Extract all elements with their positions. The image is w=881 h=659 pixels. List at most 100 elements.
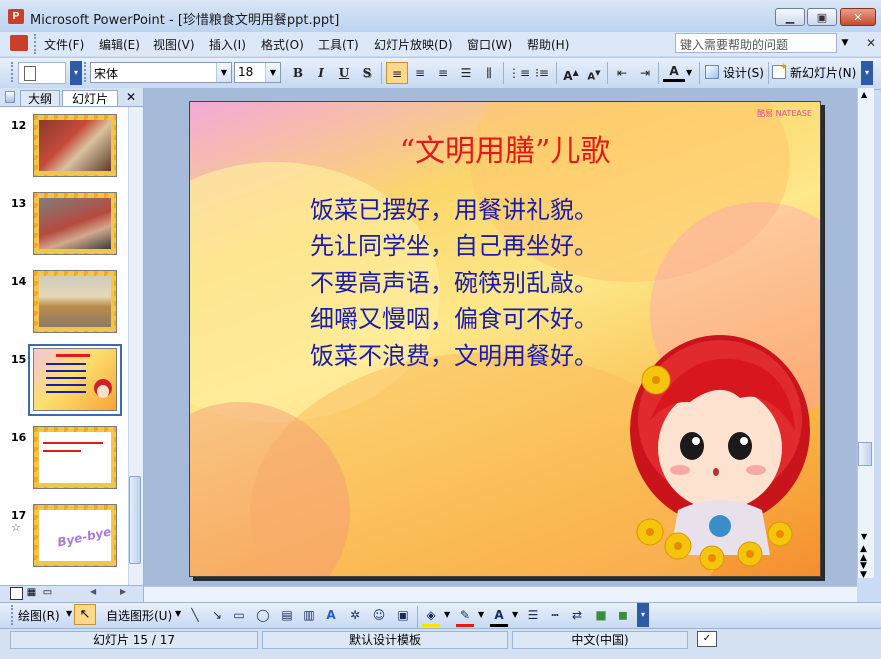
autoshapes-button[interactable]: 自选图形(U)	[106, 607, 172, 624]
line-color-dropdown-icon[interactable]: ▼	[478, 610, 484, 619]
poem-line-5[interactable]: 饭菜不浪费，文明用餐好。	[310, 336, 598, 371]
next-slide-icon[interactable]: ▼ ▼	[860, 562, 867, 580]
slide-thumbnail-12[interactable]	[33, 114, 117, 177]
autoshapes-dropdown-icon[interactable]: ▼	[175, 609, 181, 618]
rectangle-tool-icon[interactable]: ▭	[230, 606, 248, 624]
panel-scroll-thumb[interactable]	[129, 476, 141, 564]
shadow-style-icon[interactable]: ■	[592, 606, 610, 624]
design-icon[interactable]	[705, 65, 719, 79]
menu-edit[interactable]: 编辑(E)	[99, 36, 140, 53]
menu-window[interactable]: 窗口(W)	[467, 36, 512, 53]
insert-picture-icon[interactable]: ▣	[394, 606, 412, 624]
font-color-dropdown-icon[interactable]: ▼	[686, 68, 692, 77]
powerpoint-app-icon[interactable]: P	[8, 9, 24, 24]
scroll-up-icon[interactable]: ▲	[861, 90, 867, 99]
poem-line-3[interactable]: 不要高声语，碗筷别乱敲。	[310, 263, 598, 298]
tab-outline[interactable]: 大纲	[20, 90, 60, 106]
help-search-input[interactable]: 键入需要帮助的问题	[675, 33, 837, 53]
draw-font-color-icon[interactable]: A	[490, 606, 508, 627]
drawbar-grip[interactable]	[11, 605, 16, 625]
underline-button[interactable]: U	[333, 62, 355, 84]
menu-insert[interactable]: 插入(I)	[209, 36, 246, 53]
slideshow-view-icon[interactable]: ▭	[42, 587, 53, 598]
menu-file[interactable]: 文件(F)	[44, 36, 84, 53]
increase-indent-icon[interactable]: ⇥	[634, 62, 656, 84]
poem-line-4[interactable]: 细嚼又慢咽，偏食可不好。	[310, 299, 598, 334]
poem-line-2[interactable]: 先让同学坐，自己再坐好。	[310, 226, 598, 261]
line-style-icon[interactable]: ☰	[524, 606, 542, 624]
minimize-button[interactable]: ▁	[775, 8, 805, 26]
tab-slides[interactable]: 幻灯片	[62, 90, 118, 106]
cartoon-girl-image[interactable]	[620, 320, 820, 570]
vertical-scroll-thumb[interactable]	[858, 442, 872, 466]
distribute-icon[interactable]: ⫼	[478, 62, 500, 84]
textbox-tool-icon[interactable]: ▤	[278, 606, 296, 624]
vertical-scrollbar[interactable]	[857, 88, 874, 578]
slide-thumbnail-15[interactable]	[33, 348, 117, 411]
shadow-button[interactable]: S	[356, 62, 378, 84]
toolbar-options-icon[interactable]: ▾	[70, 61, 82, 85]
hscroll-right-icon[interactable]: ▶	[120, 587, 126, 596]
current-slide[interactable]: 酷易 NATEASE “文明用膳”儿歌 饭菜已摆好，用餐讲礼貌。 先让同学坐，自…	[189, 101, 821, 577]
menu-tools[interactable]: 工具(T)	[318, 36, 359, 53]
bullets-icon[interactable]: ⁝≡	[531, 62, 553, 84]
toolbar-grip-2[interactable]	[84, 62, 89, 82]
justify-icon[interactable]: ☰	[455, 62, 477, 84]
fill-color-icon[interactable]: ◈	[422, 606, 440, 627]
clip-art-icon[interactable]: ☺	[370, 606, 388, 624]
document-icon[interactable]	[10, 35, 28, 51]
normal-view-icon[interactable]	[10, 587, 23, 600]
decrease-font-icon[interactable]: A▼	[583, 62, 605, 84]
fill-color-dropdown-icon[interactable]: ▼	[444, 610, 450, 619]
select-objects-icon[interactable]: ↖	[74, 604, 96, 625]
draw-menu-dropdown-icon[interactable]: ▼	[66, 609, 72, 618]
spelling-check-icon[interactable]: ✓	[697, 631, 717, 647]
slide-thumbnail-16[interactable]	[33, 426, 117, 489]
align-center-icon[interactable]: ≡	[409, 62, 431, 84]
arrow-tool-icon[interactable]: ↘	[208, 606, 226, 624]
panel-close-icon[interactable]: ✕	[126, 90, 136, 104]
font-size-combo[interactable]: 18 ▼	[234, 62, 281, 83]
panel-view-icon[interactable]	[5, 91, 15, 103]
font-name-dropdown-icon[interactable]: ▼	[216, 63, 231, 82]
numbering-icon[interactable]: ⋮≡	[508, 62, 530, 84]
toolbar-overflow-icon[interactable]: ▾	[861, 61, 873, 85]
slide-thumbnail-17[interactable]: Bye-bye	[33, 504, 117, 567]
align-right-icon[interactable]: ≡	[432, 62, 454, 84]
font-color-button[interactable]: A	[663, 62, 685, 82]
decrease-indent-icon[interactable]: ⇤	[611, 62, 633, 84]
new-slide-button[interactable]: 新幻灯片(N)	[790, 64, 856, 81]
dash-style-icon[interactable]: ┅	[546, 606, 564, 624]
menubar-grip[interactable]	[34, 34, 39, 54]
menu-view[interactable]: 视图(V)	[153, 36, 195, 53]
close-window-button[interactable]: ✕	[840, 8, 876, 26]
bold-button[interactable]: B	[287, 62, 309, 84]
arrow-style-icon[interactable]: ⇄	[568, 606, 586, 624]
vertical-textbox-icon[interactable]: ▥	[300, 606, 318, 624]
design-button[interactable]: 设计(S)	[723, 64, 764, 81]
3d-style-icon[interactable]: ◼	[614, 606, 632, 624]
menu-help[interactable]: 帮助(H)	[527, 36, 569, 53]
help-dropdown-icon[interactable]: ▼	[838, 33, 852, 53]
toolbar-grip[interactable]	[11, 62, 16, 82]
menu-format[interactable]: 格式(O)	[261, 36, 304, 53]
drawbar-overflow-icon[interactable]: ▾	[637, 603, 649, 627]
close-document-button[interactable]: ✕	[866, 36, 876, 50]
wordart-icon[interactable]: A	[322, 606, 340, 624]
new-slide-icon[interactable]: ✦	[772, 62, 788, 79]
slide-sorter-view-icon[interactable]: ▦	[26, 587, 37, 598]
poem-line-1[interactable]: 饭菜已摆好，用餐讲礼貌。	[310, 190, 598, 225]
slide-thumbnail-14[interactable]	[33, 270, 117, 333]
align-left-icon[interactable]: ≡	[386, 62, 408, 84]
slide-title[interactable]: “文明用膳”儿歌	[190, 126, 820, 170]
scroll-down-icon[interactable]: ▼	[861, 532, 867, 541]
draw-font-color-dropdown-icon[interactable]: ▼	[512, 610, 518, 619]
oval-tool-icon[interactable]: ◯	[254, 606, 272, 624]
draw-menu-button[interactable]: 绘图(R)	[18, 607, 60, 624]
new-document-icon[interactable]	[18, 62, 66, 84]
font-size-dropdown-icon[interactable]: ▼	[265, 63, 280, 82]
restore-button[interactable]: ▣	[807, 8, 837, 26]
font-name-combo[interactable]: 宋体 ▼	[90, 62, 232, 83]
menu-slideshow[interactable]: 幻灯片放映(D)	[374, 36, 453, 53]
line-color-icon[interactable]: ✎	[456, 606, 474, 627]
